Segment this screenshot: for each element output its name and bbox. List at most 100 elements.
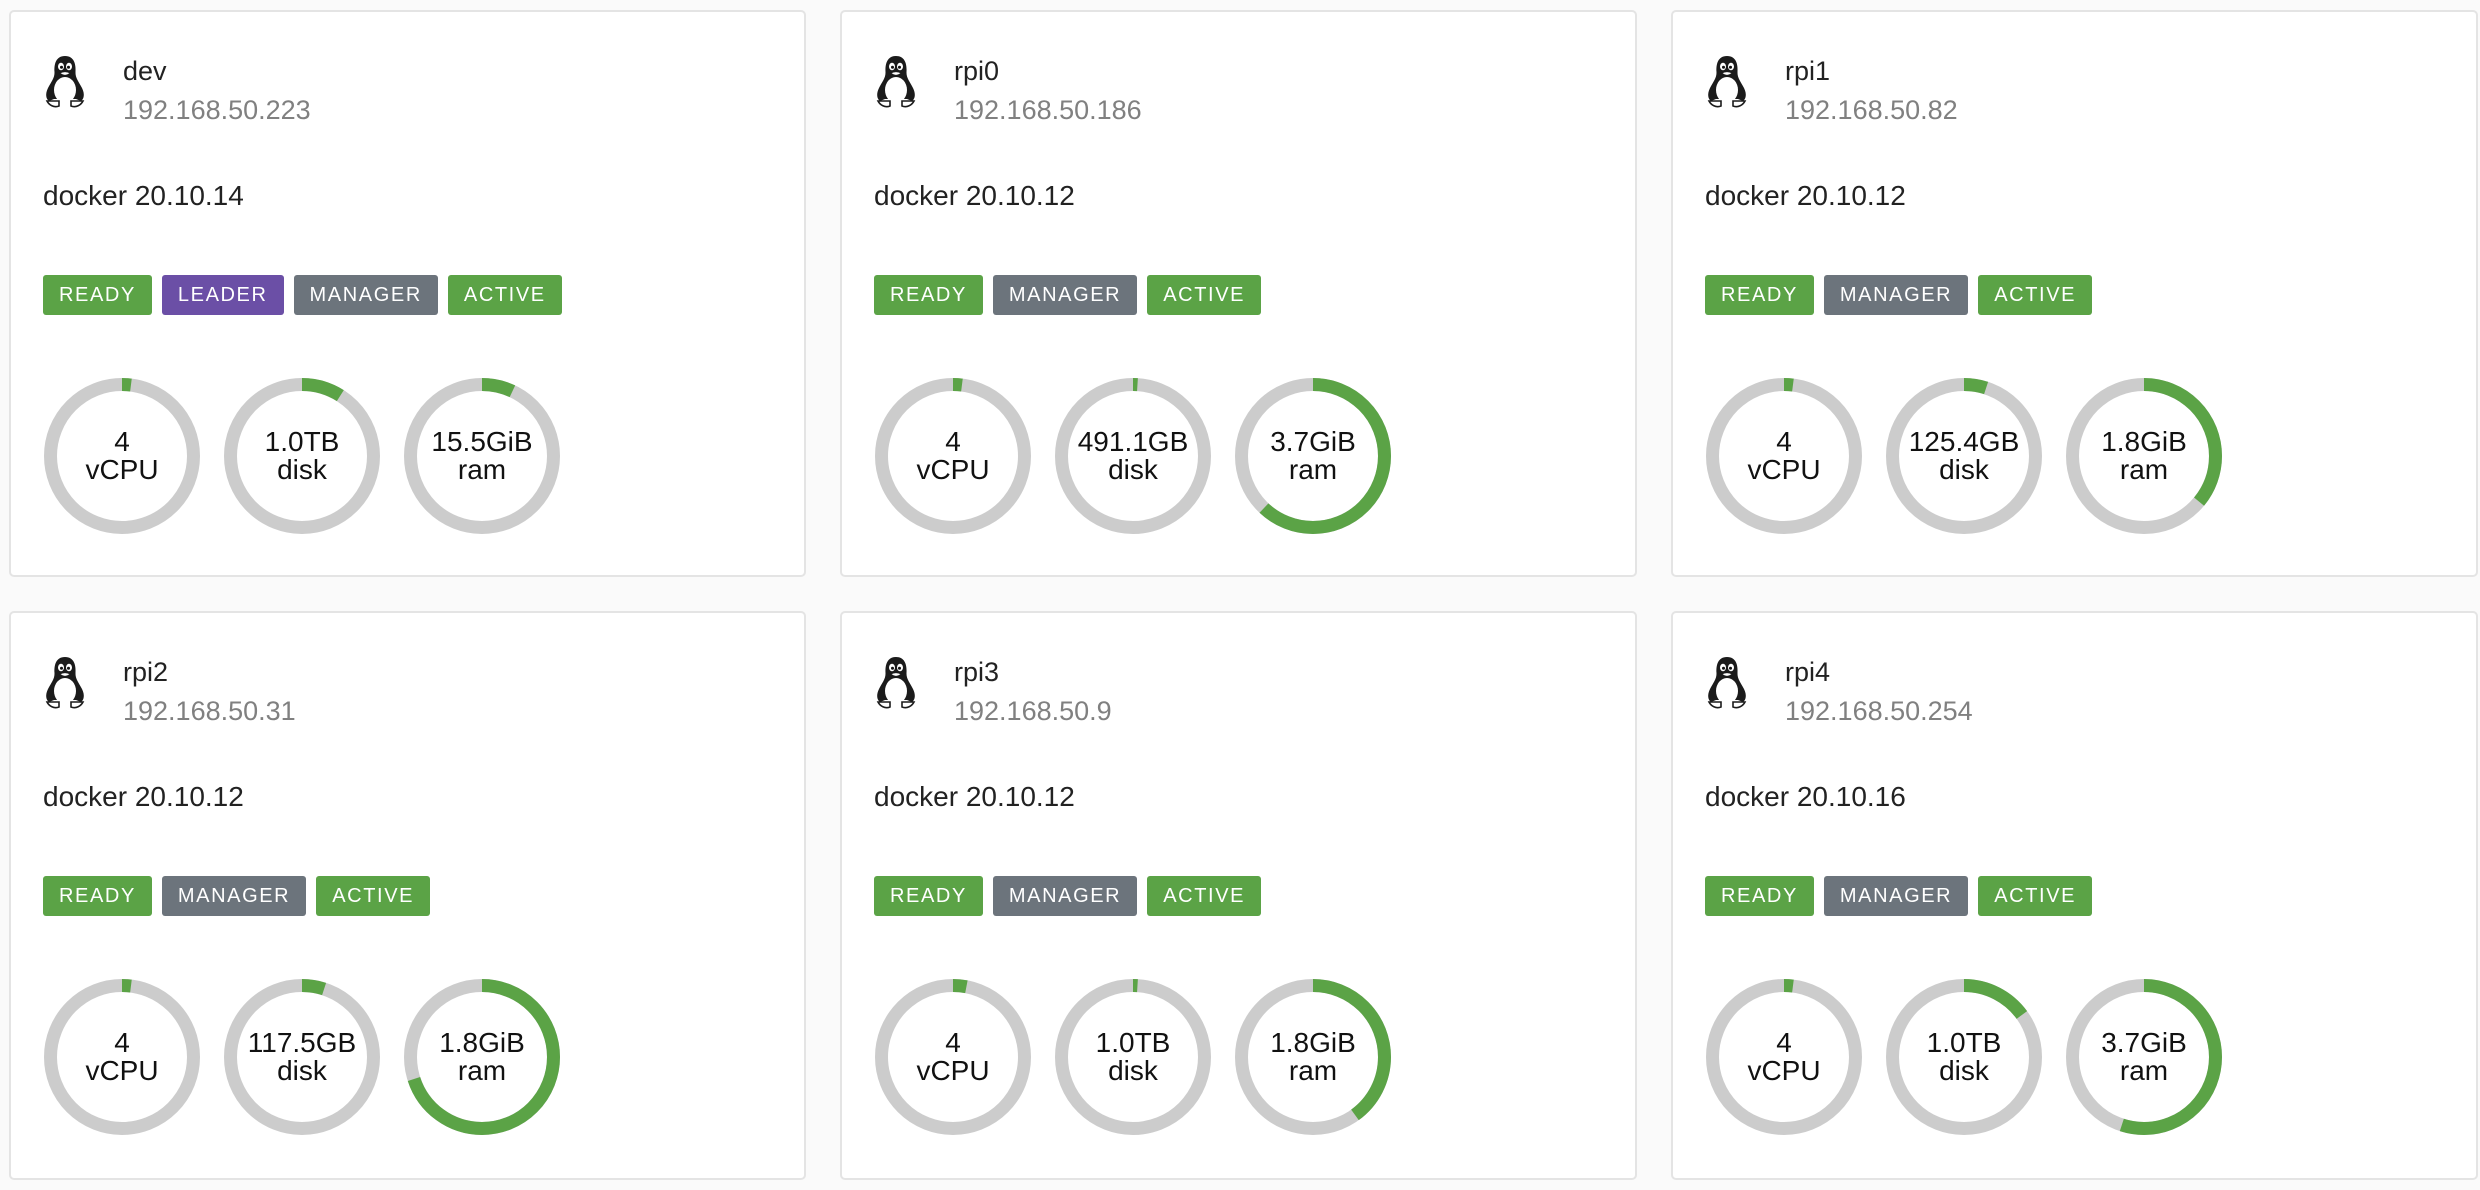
gauge-value: 1.8GiB [2101, 426, 2187, 457]
docker-version: docker 20.10.12 [1705, 180, 1906, 211]
resource-gauges: 4 vCPU 1.0TB disk 3.7GiB ram [1705, 978, 2476, 1136]
gauge-unit: ram [457, 454, 507, 485]
gauge-value: 4 [114, 426, 130, 457]
docker-version: docker 20.10.12 [43, 781, 244, 812]
linux-tux-icon [1705, 54, 1749, 110]
gauge-label: 1.0TB disk [1054, 978, 1212, 1136]
node-header: dev 192.168.50.223 [43, 49, 804, 125]
gauge-value: 1.0TB [1095, 1027, 1171, 1058]
linux-tux-icon [874, 54, 918, 110]
node-name[interactable]: rpi0 [954, 56, 1142, 86]
gauge-unit: ram [2119, 1055, 2169, 1086]
vcpu-gauge: 4 vCPU [1705, 377, 1863, 535]
disk-gauge: 491.1GB disk [1054, 377, 1212, 535]
node-card[interactable]: rpi1 192.168.50.82 docker 20.10.12 READY… [1671, 10, 2478, 577]
status-badge: READY [874, 876, 983, 916]
node-ip: 192.168.50.31 [123, 696, 296, 726]
gauge-label: 491.1GB disk [1054, 377, 1212, 535]
node-card[interactable]: rpi2 192.168.50.31 docker 20.10.12 READY… [9, 611, 806, 1180]
gauge-unit: vCPU [1747, 1055, 1821, 1086]
vcpu-gauge: 4 vCPU [874, 377, 1032, 535]
disk-gauge: 1.0TB disk [223, 377, 381, 535]
gauge-unit: vCPU [916, 1055, 990, 1086]
gauge-label: 1.8GiB ram [403, 978, 561, 1136]
gauge-label: 117.5GB disk [223, 978, 381, 1136]
gauge-label: 4 vCPU [874, 377, 1032, 535]
gauge-value: 4 [945, 426, 961, 457]
gauge-label: 1.0TB disk [223, 377, 381, 535]
node-identity: rpi4 192.168.50.254 [1785, 650, 1973, 726]
resource-gauges: 4 vCPU 491.1GB disk 3.7GiB ram [874, 377, 1635, 535]
gauge-label: 15.5GiB ram [403, 377, 561, 535]
node-card[interactable]: rpi3 192.168.50.9 docker 20.10.12 READY … [840, 611, 1637, 1180]
ram-gauge: 15.5GiB ram [403, 377, 561, 535]
docker-version: docker 20.10.16 [1705, 781, 1906, 812]
gauge-unit: ram [1288, 454, 1338, 485]
gauge-label: 4 vCPU [874, 978, 1032, 1136]
node-name[interactable]: rpi3 [954, 657, 1112, 687]
docker-version: docker 20.10.14 [43, 180, 244, 211]
status-badges: READY LEADER MANAGER ACTIVE [43, 275, 804, 315]
gauge-value: 1.0TB [1926, 1027, 2002, 1058]
status-badge: MANAGER [992, 876, 1138, 916]
status-badge: MANAGER [293, 275, 438, 315]
gauge-value: 4 [114, 1027, 130, 1058]
gauge-value: 3.7GiB [1270, 426, 1356, 457]
status-badges: READY MANAGER ACTIVE [43, 876, 804, 916]
gauge-unit: vCPU [85, 454, 159, 485]
node-ip: 192.168.50.223 [123, 95, 311, 125]
gauge-label: 1.8GiB ram [1234, 978, 1392, 1136]
docker-version: docker 20.10.12 [874, 781, 1075, 812]
gauge-value: 117.5GB [247, 1027, 357, 1058]
status-badge: ACTIVE [1978, 275, 2093, 315]
gauge-label: 1.0TB disk [1885, 978, 2043, 1136]
gauge-value: 1.0TB [264, 426, 340, 457]
node-card[interactable]: rpi4 192.168.50.254 docker 20.10.16 READ… [1671, 611, 2478, 1180]
status-badge: MANAGER [161, 876, 307, 916]
node-header: rpi4 192.168.50.254 [1705, 650, 2476, 726]
gauge-unit: disk [1108, 1055, 1158, 1086]
node-name[interactable]: rpi4 [1785, 657, 1973, 687]
node-name[interactable]: rpi1 [1785, 56, 1958, 86]
gauge-unit: disk [1939, 454, 1989, 485]
gauge-unit: vCPU [85, 1055, 159, 1086]
disk-gauge: 125.4GB disk [1885, 377, 2043, 535]
ram-gauge: 1.8GiB ram [2065, 377, 2223, 535]
node-identity: dev 192.168.50.223 [123, 49, 311, 125]
node-header: rpi2 192.168.50.31 [43, 650, 804, 726]
gauge-value: 4 [945, 1027, 961, 1058]
gauge-label: 3.7GiB ram [1234, 377, 1392, 535]
resource-gauges: 4 vCPU 125.4GB disk 1.8GiB ram [1705, 377, 2476, 535]
node-identity: rpi1 192.168.50.82 [1785, 49, 1958, 125]
disk-gauge: 117.5GB disk [223, 978, 381, 1136]
gauge-value: 491.1GB [1077, 426, 1189, 457]
node-name[interactable]: rpi2 [123, 657, 296, 687]
linux-tux-icon [874, 655, 918, 711]
gauge-label: 125.4GB disk [1885, 377, 2043, 535]
linux-tux-icon [43, 54, 87, 110]
gauge-value: 15.5GiB [431, 426, 533, 457]
vcpu-gauge: 4 vCPU [1705, 978, 1863, 1136]
status-badges: READY MANAGER ACTIVE [1705, 876, 2476, 916]
node-header: rpi0 192.168.50.186 [874, 49, 1635, 125]
resource-gauges: 4 vCPU 1.0TB disk 1.8GiB ram [874, 978, 1635, 1136]
node-card[interactable]: dev 192.168.50.223 docker 20.10.14 READY… [9, 10, 806, 577]
gauge-unit: disk [277, 1055, 327, 1086]
vcpu-gauge: 4 vCPU [43, 377, 201, 535]
gauge-label: 3.7GiB ram [2065, 978, 2223, 1136]
node-name[interactable]: dev [123, 56, 311, 86]
status-badge: READY [874, 275, 983, 315]
gauge-unit: vCPU [916, 454, 990, 485]
gauge-value: 4 [1776, 426, 1792, 457]
status-badges: READY MANAGER ACTIVE [1705, 275, 2476, 315]
gauge-unit: vCPU [1747, 454, 1821, 485]
status-badge: ACTIVE [316, 876, 431, 916]
status-badge: READY [1705, 876, 1814, 916]
status-badge: ACTIVE [447, 275, 562, 315]
linux-tux-icon [1705, 655, 1749, 711]
node-card[interactable]: rpi0 192.168.50.186 docker 20.10.12 READ… [840, 10, 1637, 577]
ram-gauge: 1.8GiB ram [1234, 978, 1392, 1136]
node-header: rpi3 192.168.50.9 [874, 650, 1635, 726]
status-badges: READY MANAGER ACTIVE [874, 275, 1635, 315]
vcpu-gauge: 4 vCPU [43, 978, 201, 1136]
